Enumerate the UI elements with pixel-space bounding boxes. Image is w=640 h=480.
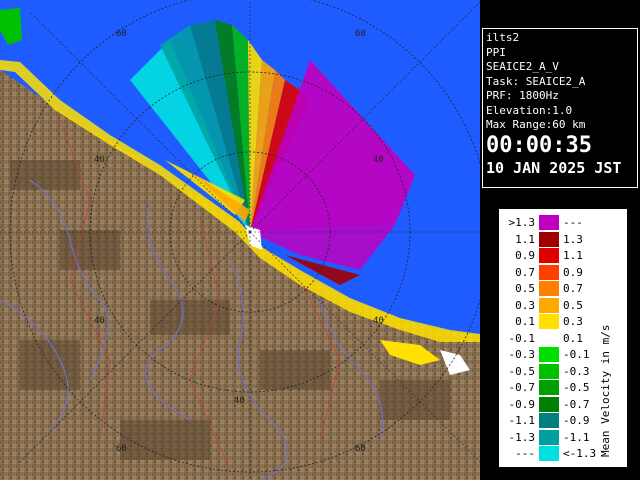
legend-row: 0.7 0.9 [499,264,595,280]
legend-upper-bound: 0.7 [563,282,583,295]
ring-label: 60 [355,29,366,39]
legend-lower-bound: -1.1 [508,414,536,427]
legend-row: 1.1 1.3 [499,231,595,247]
legend-swatch [539,347,559,362]
legend-row: -1.1 -0.9 [499,413,595,428]
legend-swatch [539,446,559,461]
ring-label: 60 [355,444,366,454]
legend-title: Mean Velocity in m/s [595,213,615,461]
task-name: Task: SEAICE2_A [486,74,586,88]
legend-row: -0.1 0.1 [499,330,595,346]
legend-swatch [539,248,559,263]
ring-label: 60 [116,444,127,454]
info-panel: ilts2 PPI SEAICE2_A_V Task: SEAICE2_A PR… [482,28,638,188]
legend-row: --- <-1.3 [499,446,596,461]
legend-swatch [539,264,559,280]
legend-row: 0.3 0.5 [499,297,595,313]
legend-upper-bound: --- [563,216,583,229]
ring-label: 40 [94,155,105,165]
legend-upper-bound: 0.3 [563,315,583,328]
legend-lower-bound: 1.1 [515,232,535,246]
ring-label: 40 [373,316,384,326]
legend-lower-bound: -1.3 [508,430,536,444]
prf-value: PRF: 1800Hz [486,89,559,102]
legend-upper-bound: <-1.3 [563,447,597,460]
legend-upper-bound: -0.5 [563,381,590,394]
legend-swatch [539,281,559,296]
ring-label: 40 [94,316,105,326]
ring-label: 40 [373,155,384,165]
scan-time: 00:00:35 [486,132,592,158]
product-type: PPI [486,45,506,59]
legend-swatch [539,231,559,247]
legend-lower-bound: 0.5 [515,282,535,295]
scan-date: 10 JAN 2025 JST [486,158,622,177]
legend-upper-bound: 1.3 [563,232,583,246]
legend-row: 0.9 1.1 [499,248,595,263]
legend-title-text: Mean Velocity in m/s [599,324,612,457]
legend-row: 0.5 0.7 [499,281,595,296]
legend-row: 0.1 0.3 [499,314,595,329]
legend-upper-bound: -0.9 [563,414,590,427]
legend-swatch [539,363,559,379]
legend-upper-bound: 0.9 [563,265,583,279]
legend-lower-bound: 0.7 [515,265,535,279]
legend-row: -0.3 -0.1 [499,347,595,362]
ring-label: 60 [116,29,127,39]
legend-swatch [539,330,559,346]
legend-upper-bound: -0.7 [563,397,590,411]
legend-lower-bound: 0.3 [515,298,535,312]
elevation-value: Elevation:1.0 [486,103,573,117]
legend-swatch [539,413,559,428]
legend-swatch [539,396,559,412]
legend-swatch [539,429,559,445]
ring-label: 40 [234,396,245,406]
legend-upper-bound: 0.5 [563,298,583,312]
legend-lower-bound: --- [515,447,535,460]
legend-row: -0.9 -0.7 [499,396,595,412]
legend-lower-bound: >1.3 [508,216,536,229]
legend-lower-bound: 0.1 [515,315,535,328]
legend-upper-bound: 0.1 [563,331,583,345]
legend-upper-bound: 1.1 [563,249,583,262]
velocity-legend: >1.3 --- 1.1 1.3 0.9 1.1 0.7 0.9 0.5 0.7 0.3 0.5 0.1… [498,208,628,468]
legend-lower-bound: -0.1 [508,331,536,345]
legend-lower-bound: 0.9 [515,249,535,262]
legend-lower-bound: -0.5 [508,364,536,378]
station-name: ilts2 [486,31,520,44]
legend-upper-bound: -0.3 [563,364,590,378]
legend-swatch [539,215,559,230]
legend-lower-bound: -0.7 [508,381,536,394]
legend-lower-bound: -0.9 [508,397,536,411]
legend-row: >1.3 --- [499,215,595,230]
legend-swatch [539,297,559,313]
legend-swatch [539,314,559,329]
legend-row: -1.3 -1.1 [499,429,595,445]
legend-upper-bound: -0.1 [563,348,590,361]
legend-row: -0.7 -0.5 [499,380,595,395]
scan-name: SEAICE2_A_V [486,60,559,73]
legend-upper-bound: -1.1 [563,430,590,444]
max-range-value: Max Range:60 km [486,118,586,131]
legend-swatch [539,380,559,395]
legend-lower-bound: -0.3 [508,348,536,361]
legend-row: -0.5 -0.3 [499,363,595,379]
